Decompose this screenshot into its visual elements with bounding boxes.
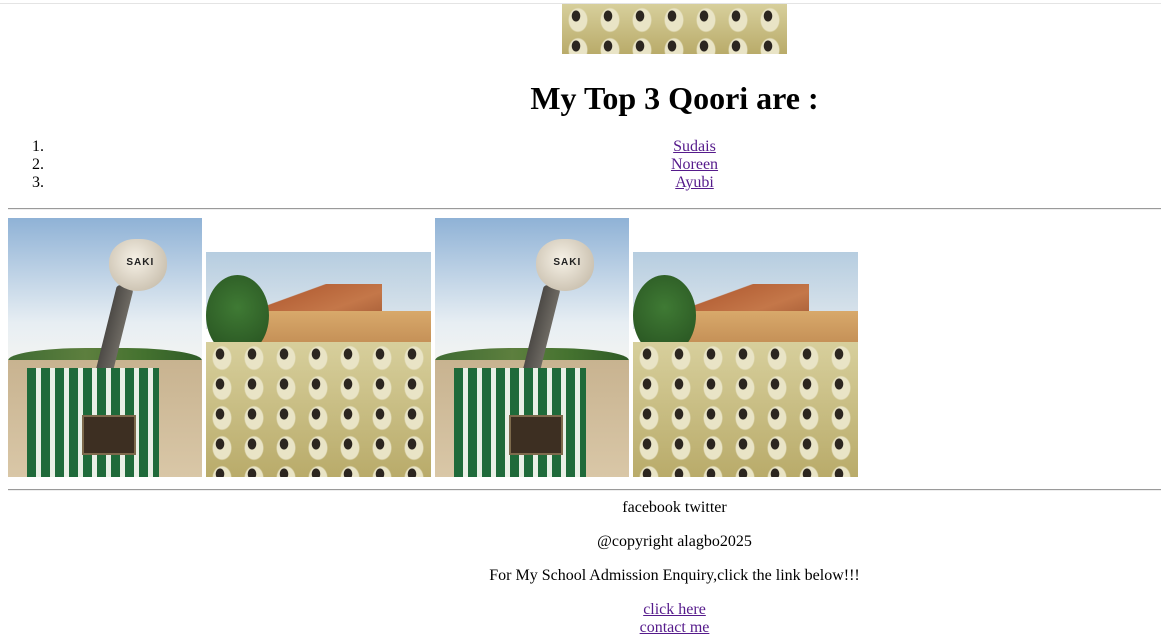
school-crowd-image bbox=[633, 252, 858, 477]
qoori-link-ayubi[interactable]: Ayubi bbox=[675, 174, 714, 191]
qoori-link-noreen[interactable]: Noreen bbox=[671, 156, 718, 173]
statue-image bbox=[435, 218, 629, 477]
list-item-number: 2. bbox=[32, 156, 44, 173]
click-here-link[interactable]: click here bbox=[643, 601, 706, 618]
header-crowd-image bbox=[562, 4, 787, 54]
divider bbox=[8, 208, 1161, 210]
social-text: facebook twitter bbox=[622, 499, 727, 516]
statue-image bbox=[8, 218, 202, 477]
qoori-link-sudais[interactable]: Sudais bbox=[673, 138, 716, 155]
list-item-number: 1. bbox=[32, 138, 44, 155]
copyright-text: @copyright alagbo2025 bbox=[597, 533, 752, 550]
divider bbox=[8, 489, 1161, 491]
list-item: 2. Noreen bbox=[32, 156, 1161, 174]
contact-row: contact me bbox=[0, 619, 1161, 637]
admission-enquiry-text: For My School Admission Enquiry,click th… bbox=[489, 567, 860, 584]
click-here-row: click here bbox=[0, 601, 1161, 619]
list-item: 3. Ayubi bbox=[32, 174, 1161, 192]
contact-me-link[interactable]: contact me bbox=[640, 619, 710, 636]
list-item: 1. Sudais bbox=[32, 138, 1161, 156]
list-item-number: 3. bbox=[32, 174, 44, 191]
page-title: My Top 3 Qoori are : bbox=[530, 80, 819, 116]
qoori-list: 1. Sudais 2. Noreen 3. Ayubi bbox=[0, 138, 1161, 192]
school-crowd-image bbox=[206, 252, 431, 477]
